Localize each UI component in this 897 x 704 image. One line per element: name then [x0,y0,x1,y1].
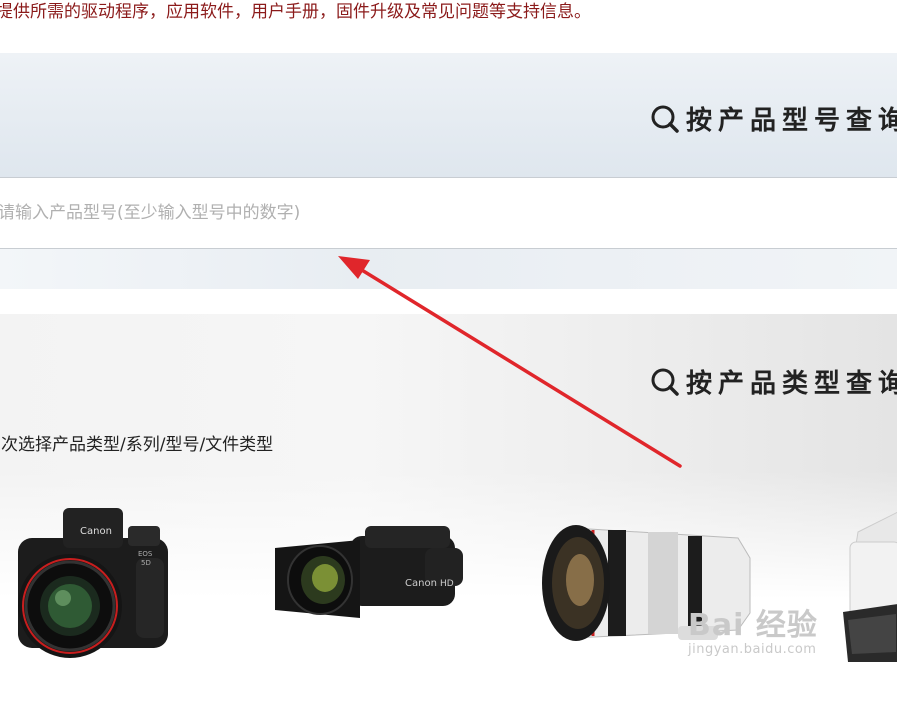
model-search-input[interactable] [0,178,878,248]
svg-text:5D: 5D [141,559,151,567]
camcorder-brand: Canon [405,578,437,589]
watermark-url: jingyan.baidu.com [688,642,817,657]
search-icon [650,104,680,134]
intro-text: 提供所需的驱动程序，应用软件，用户手册，固件升级及常见问题等支持信息。 [0,2,591,22]
camera-icon: Canon EOS 5D [18,508,168,658]
type-search-title-text: 按产品类型查询 [686,369,897,399]
model-search-title: 按产品型号查询 [650,100,897,137]
type-search-hint: 次选择产品类型/系列/型号/文件类型 [1,435,274,455]
product-printer[interactable] [838,512,897,672]
type-search-title: 按产品类型查询 [650,363,897,400]
svg-text:EOS: EOS [138,550,153,558]
watermark-main: Bai 经验 [688,608,818,643]
svg-text:HD: HD [440,579,454,589]
product-camcorder[interactable]: Canon HD [265,518,470,638]
product-camera[interactable]: Canon EOS 5D [8,498,178,668]
search-icon [650,367,680,397]
model-search-box [0,177,897,249]
model-search-panel [0,53,897,289]
camera-brand: Canon [80,526,112,537]
printer-icon [843,512,897,662]
model-search-title-text: 按产品型号查询 [686,106,897,136]
baidu-jingyan-watermark: Bai 经验 jingyan.baidu.com [688,600,818,657]
camcorder-icon: Canon HD [275,526,463,618]
